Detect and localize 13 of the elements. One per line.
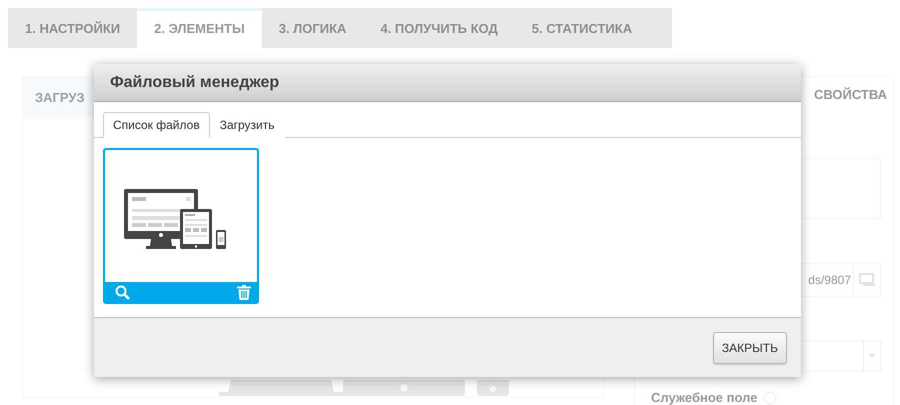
- field-label: Служебное поле: [651, 390, 758, 405]
- file-card[interactable]: [103, 148, 259, 304]
- panel-title: СВОЙСТВА: [814, 87, 887, 102]
- dialog-tab[interactable]: Список файлов: [103, 112, 210, 138]
- panel-title: ЗАГРУЗ: [35, 90, 85, 104]
- close-button[interactable]: ЗАКРЫТЬ: [712, 332, 787, 364]
- nav-tab[interactable]: 2. ЭЛЕМЕНТЫ: [137, 8, 262, 48]
- trash-icon[interactable]: [237, 284, 251, 300]
- dialog-title: Файловый менеджер: [110, 74, 280, 92]
- caret-icon: [869, 354, 875, 358]
- search-icon[interactable]: [115, 284, 130, 300]
- image-icon: [859, 273, 875, 286]
- field-value: ds/9807: [808, 272, 851, 287]
